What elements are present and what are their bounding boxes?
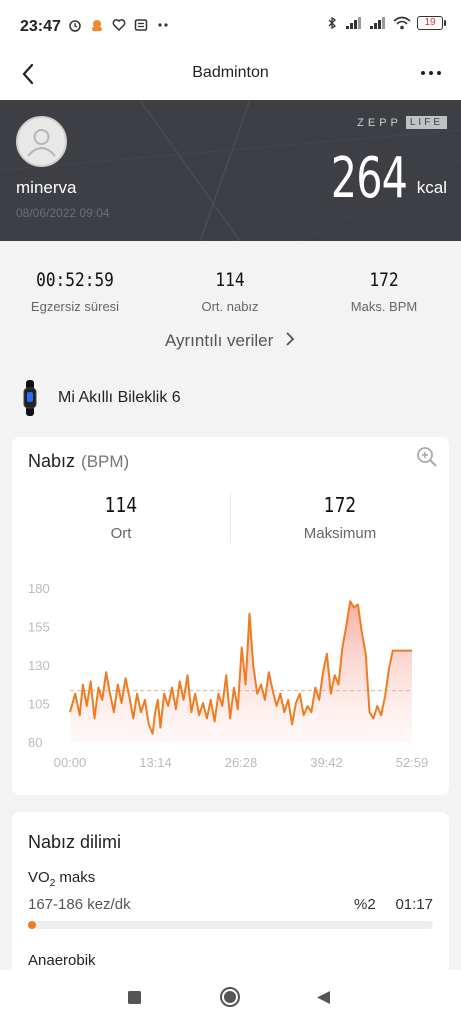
- stat-duration-label: Egzersiz süresi: [30, 299, 120, 314]
- hr-max-value: 172: [323, 493, 357, 517]
- status-notification-icons: [68, 18, 170, 32]
- fitness-band-icon: [23, 380, 37, 416]
- detailed-data-link[interactable]: Ayrıntılı veriler: [0, 331, 461, 351]
- system-nav-bar: [0, 970, 461, 1024]
- app-notification-icon: [92, 20, 102, 31]
- zone-name: VO2 maks: [28, 869, 95, 889]
- back-button[interactable]: [316, 990, 331, 1005]
- heart-rate-card: Nabız (BPM) 114 Ort 172 Maksimum 180 155 13…: [12, 437, 449, 795]
- workout-date: 08/06/2022 09:04: [16, 206, 110, 220]
- heart-rate-zone-card: Nabız dilimi VO2 maks 167-186 kez/dk %2 …: [12, 812, 449, 982]
- y-tick-label: 180: [28, 581, 50, 596]
- battery-icon: 19: [417, 16, 446, 30]
- x-tick-label: 39:42: [310, 755, 343, 770]
- more-notifications-icon: [158, 23, 168, 27]
- y-tick-label: 80: [28, 735, 42, 750]
- home-button[interactable]: [219, 986, 241, 1008]
- zone-name-rest: maks: [55, 869, 96, 886]
- wifi-icon: [393, 16, 411, 30]
- page-title: Badminton: [192, 64, 269, 81]
- brand-right: LIFE: [405, 116, 447, 129]
- x-tick-label: 00:00: [54, 755, 87, 770]
- heart-rate-title-text: Nabız: [28, 451, 76, 471]
- zone-name-main: VO: [28, 869, 50, 886]
- stat-duration: 00:52:59 Egzersiz süresi: [0, 269, 150, 314]
- avatar[interactable]: [16, 116, 67, 167]
- brand-logo: ZEPP LIFE: [357, 116, 447, 129]
- stat-max-hr: 172 Maks. BPM: [309, 269, 459, 314]
- signal-icon: [346, 17, 361, 29]
- stat-avg-hr-value: 114: [215, 269, 245, 291]
- stat-avg-hr: 114 Ort. nabız: [155, 269, 305, 314]
- hr-max-label: Maksimum: [303, 525, 377, 542]
- y-tick-label: 105: [28, 697, 50, 712]
- hr-avg-value: 114: [104, 493, 138, 517]
- y-tick-label: 155: [28, 620, 50, 635]
- user-name: minerva: [16, 178, 77, 197]
- zone-progress-fill: [28, 921, 37, 929]
- status-system-icons: 19: [325, 16, 446, 30]
- heart-rate-chart[interactable]: 180 155 130 105 80 00:00 13:14 26:28 39:42 52:59: [12, 577, 449, 777]
- user-icon: [27, 129, 56, 157]
- hr-avg: 114 Ort: [12, 493, 230, 542]
- message-icon: [134, 19, 148, 31]
- brand-left: ZEPP: [357, 116, 402, 129]
- x-tick-label: 52:59: [396, 755, 429, 770]
- stat-max-hr-value: 172: [369, 269, 399, 291]
- status-bar: 23:47 19: [0, 0, 461, 56]
- x-tick-label: 13:14: [139, 755, 172, 770]
- zone-range: 167-186 kez/dk: [28, 896, 131, 913]
- heart-rate-title: Nabız (BPM): [28, 451, 129, 472]
- zone-time: 01:17: [395, 896, 433, 913]
- zoom-in-icon[interactable]: [415, 445, 439, 469]
- y-tick-label: 130: [28, 658, 50, 673]
- zone-progress-bar: [28, 921, 433, 929]
- signal-icon-2: [370, 17, 385, 29]
- heart-pulse-icon: [112, 19, 126, 32]
- status-time: 23:47: [20, 18, 61, 35]
- bluetooth-icon: [328, 16, 337, 30]
- hr-avg-label: Ort: [110, 525, 132, 542]
- alarm-icon: [69, 20, 81, 32]
- workout-summary-header: minerva 08/06/2022 09:04 ZEPP LIFE 264 k…: [0, 100, 461, 241]
- chevron-right-icon: [286, 332, 295, 346]
- x-tick-label: 26:28: [225, 755, 258, 770]
- calories-unit: kcal: [416, 178, 447, 197]
- calories-value: 264: [330, 146, 408, 211]
- stat-max-hr-label: Maks. BPM: [350, 299, 418, 314]
- zone-percent: %2: [354, 896, 376, 913]
- device-row: Mi Akıllı Bileklik 6: [16, 380, 181, 416]
- device-name: Mi Akıllı Bileklik 6: [58, 389, 181, 406]
- heart-rate-unit: (BPM): [81, 452, 130, 471]
- more-options-icon[interactable]: [419, 66, 443, 80]
- app-bar: Badminton: [0, 56, 461, 100]
- detailed-data-label: Ayrıntılı veriler: [164, 331, 274, 350]
- stat-avg-hr-label: Ort. nabız: [201, 299, 259, 314]
- zone-card-title: Nabız dilimi: [28, 832, 122, 852]
- hr-max: 172 Maksimum: [231, 493, 449, 542]
- stat-duration-value: 00:52:59: [36, 269, 114, 291]
- recents-button[interactable]: [127, 990, 142, 1005]
- zone-next-name: Anaerobik: [28, 952, 96, 969]
